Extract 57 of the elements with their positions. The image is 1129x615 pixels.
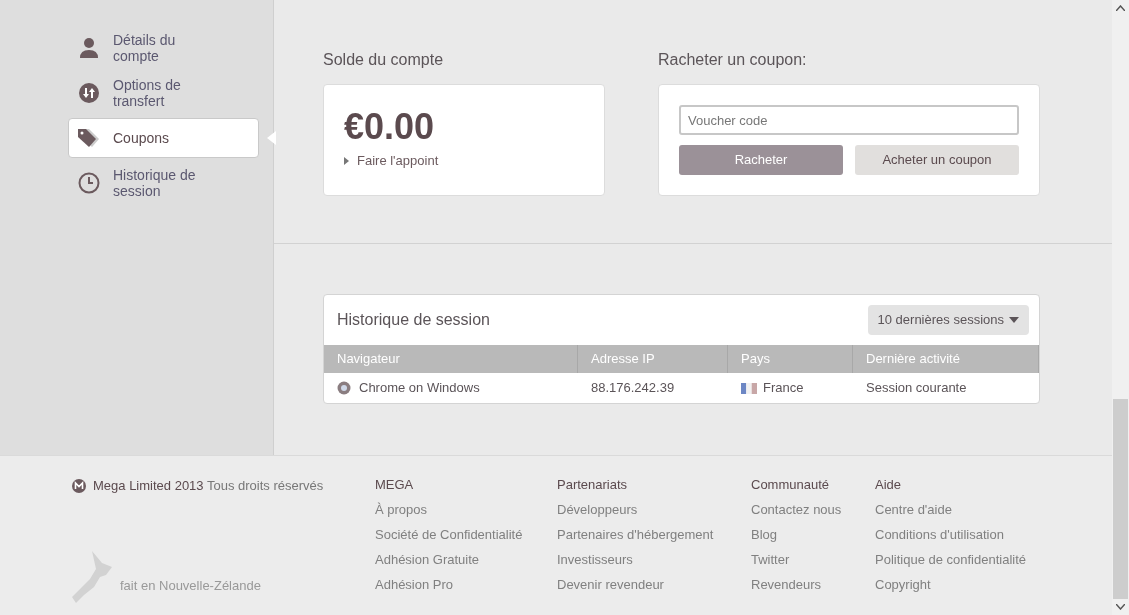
person-icon (78, 37, 100, 59)
sidebar-item[interactable]: Options de transfert (68, 73, 259, 113)
footer-link[interactable]: Contactez nous (751, 501, 875, 519)
card-title: Historique de session (337, 310, 490, 330)
scrollbar-thumb[interactable] (1113, 399, 1128, 599)
caret-icon (1009, 317, 1019, 323)
column-header: Adresse IP (578, 345, 728, 373)
footer-link[interactable]: Revendeurs (751, 576, 875, 594)
footer-link[interactable]: Blog (751, 526, 875, 544)
column-header: Dernière activité (853, 345, 1039, 373)
footer-link[interactable]: Twitter (751, 551, 875, 569)
transfer-icon (78, 82, 100, 104)
sessions-dropdown[interactable]: 10 dernières sessions (867, 305, 1029, 335)
clock-icon (78, 172, 100, 194)
sidebar-item[interactable]: Historique de session (68, 163, 259, 203)
scroll-down-icon[interactable] (1116, 604, 1125, 610)
footer-heading: MEGA (375, 476, 415, 494)
tag-icon (77, 127, 101, 149)
copyright-text: Mega Limited 2013 Tous droits réservés (93, 477, 324, 495)
footer-link[interactable]: Conditions d'utilisation (875, 526, 1055, 544)
voucher-input[interactable]: Voucher code (679, 105, 1019, 135)
sidebar-item[interactable]: Détails du compte (68, 28, 259, 68)
scrollbar[interactable] (1112, 0, 1129, 615)
pointer-icon (267, 131, 276, 145)
footer-link[interactable]: Devenir revendeur (557, 576, 751, 594)
buy-coupon-button[interactable]: Acheter un coupon (855, 145, 1019, 175)
table-cell-text: Session courante (865, 379, 968, 398)
footer-link[interactable]: Adhésion Gratuite (375, 551, 557, 569)
sidebar-item[interactable]: Coupons (68, 118, 259, 158)
footer-link[interactable]: Société de Confidentialité (375, 526, 557, 544)
footer-link[interactable]: Copyright (875, 576, 1055, 594)
footer-link[interactable]: Partenaires d'hébergement (557, 526, 751, 544)
footer-link[interactable]: Investisseurs (557, 551, 751, 569)
footer-heading: Partenariats (557, 476, 629, 494)
footer-link[interactable]: À propos (375, 501, 557, 519)
redeem-button[interactable]: Racheter (679, 145, 843, 175)
flag-icon (741, 382, 757, 394)
browser-icon (337, 381, 351, 395)
footer-heading: Communauté (751, 476, 831, 494)
table-cell: Chrome on Windows (324, 373, 578, 403)
scroll-up-icon[interactable] (1116, 5, 1125, 11)
top-up-link[interactable]: Faire l'appoint (344, 151, 604, 171)
caret-icon (344, 156, 349, 165)
footer-link[interactable]: Développeurs (557, 501, 751, 519)
footer-link[interactable]: Centre d'aide (875, 501, 1055, 519)
table-cell-text: 88.176.242.39 (590, 379, 676, 398)
made-in-text: fait en Nouvelle-Zélande (120, 576, 261, 595)
section-heading: Solde du compte (323, 50, 445, 70)
footer-link[interactable]: Adhésion Pro (375, 576, 557, 594)
table-cell: France (728, 373, 853, 403)
footer-link[interactable]: Politique de confidentialité (875, 551, 1055, 569)
column-header: Navigateur (324, 345, 578, 373)
balance-amount: €0.00 (344, 107, 436, 147)
logo-icon (72, 478, 86, 493)
footer-heading: Aide (875, 476, 903, 494)
section-heading: Racheter un coupon: (658, 50, 808, 70)
column-header: Pays (728, 345, 853, 373)
